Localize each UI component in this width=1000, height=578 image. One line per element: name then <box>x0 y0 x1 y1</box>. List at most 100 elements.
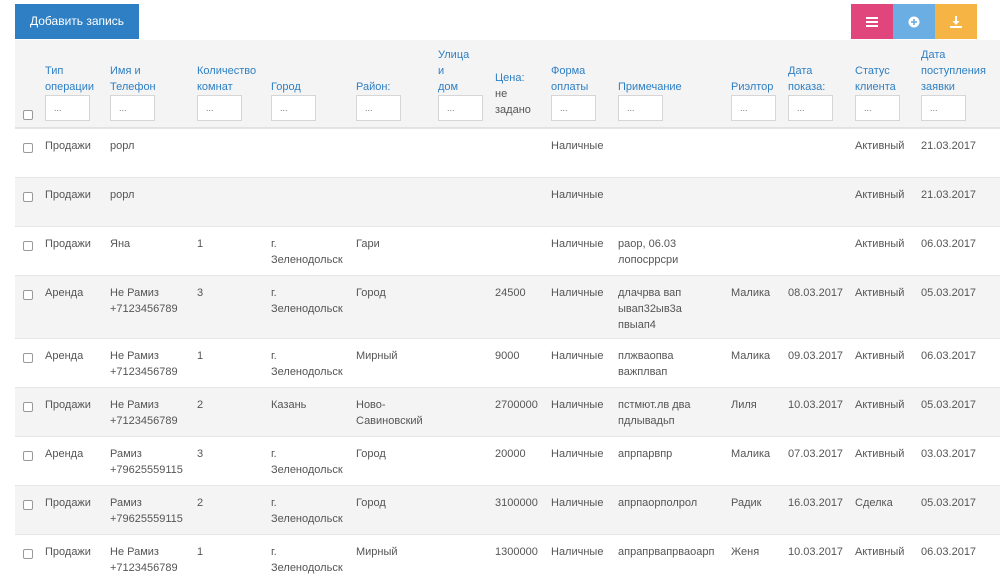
cell-district: Город <box>356 448 386 460</box>
cell-payment: Наличные <box>551 448 604 460</box>
cell-request-date: 06.03.2017 <box>921 546 977 558</box>
cell-operation-type: Продажи <box>45 238 91 250</box>
column-label[interactable]: Дата показа: <box>788 63 825 95</box>
row-checkbox[interactable] <box>23 192 33 202</box>
table-row[interactable]: Аренда Не Рамиз +7123456789 3 г. Зеленодоль… <box>15 275 1000 338</box>
cell-note: раор, 06.03 лопосррсри <box>618 238 679 266</box>
download-button[interactable] <box>935 4 977 39</box>
table-row[interactable]: Продажи рорл Наличные Активный 21.03.2017 <box>15 128 1000 177</box>
cell-note: длачрва вап ывап32ыв3а пвыап4 <box>618 287 682 331</box>
column-label[interactable]: Имя и Телефон <box>110 63 156 95</box>
client-status-filter-input[interactable] <box>855 95 900 121</box>
city-filter-input[interactable] <box>271 95 316 121</box>
column-label[interactable]: Город <box>271 79 301 95</box>
cell-name-phone: Не Рамиз +7123456789 <box>110 399 178 427</box>
cell-price: 3100000 <box>495 497 538 509</box>
list-view-button[interactable] <box>851 4 893 39</box>
table-row[interactable]: Продажи Не Рамиз +7123456789 1 г. Зеленодол… <box>15 534 1000 578</box>
cell-note: апрпарвпр <box>618 448 673 460</box>
table-row[interactable]: Продажи Яна 1 г. Зеленодольск Гари Наличные ра… <box>15 226 1000 275</box>
request-date-filter-input[interactable] <box>921 95 966 121</box>
cell-district: Гари <box>356 238 380 250</box>
cell-request-date: 06.03.2017 <box>921 350 977 362</box>
price-filter-value[interactable]: не задано <box>495 86 531 118</box>
cell-note: апрпаорполрол <box>618 497 698 509</box>
table-row[interactable]: Аренда Рамиз +79625559115 3 г. Зеленодольск… <box>15 436 1000 485</box>
cell-request-date: 05.03.2017 <box>921 287 977 299</box>
cell-request-date: 05.03.2017 <box>921 399 977 411</box>
plus-circle-icon <box>908 16 920 27</box>
rooms-filter-input[interactable] <box>197 95 242 121</box>
realtor-filter-input[interactable] <box>731 95 776 121</box>
row-checkbox[interactable] <box>23 451 33 461</box>
row-checkbox[interactable] <box>23 402 33 412</box>
cell-operation-type: Аренда <box>45 287 84 299</box>
cell-operation-type: Продажи <box>45 189 91 201</box>
row-checkbox[interactable] <box>23 549 33 559</box>
add-record-button[interactable]: Добавить запись <box>15 4 139 39</box>
cell-rooms: 1 <box>197 350 204 362</box>
row-checkbox[interactable] <box>23 353 33 363</box>
row-checkbox[interactable] <box>23 143 33 153</box>
add-circle-button[interactable] <box>893 4 935 39</box>
cell-operation-type: Аренда <box>45 350 84 362</box>
column-label[interactable]: Риэлтор <box>731 79 773 95</box>
cell-client-status: Активный <box>855 140 905 152</box>
cell-show-date: 10.03.2017 <box>788 399 844 411</box>
column-label[interactable]: Примечание <box>618 79 682 95</box>
table-row[interactable]: Аренда Не Рамиз +7123456789 1 г. Зеленодоль… <box>15 338 1000 387</box>
payment-filter-input[interactable] <box>551 95 596 121</box>
cell-name-phone: Яна <box>110 238 131 250</box>
cell-district: Мирный <box>356 546 398 558</box>
cell-client-status: Активный <box>855 287 905 299</box>
row-checkbox[interactable] <box>23 290 33 300</box>
table-row[interactable]: Продажи рорл Наличные Активный 21.03.2017 <box>15 177 1000 226</box>
cell-city: г. Зеленодольск <box>271 287 343 315</box>
show-date-filter-input[interactable] <box>788 95 833 121</box>
column-label[interactable]: Дата поступления заявки <box>921 47 986 95</box>
cell-operation-type: Продажи <box>45 140 91 152</box>
cell-request-date: 21.03.2017 <box>921 189 977 201</box>
row-checkbox[interactable] <box>23 500 33 510</box>
street-filter-input[interactable] <box>438 95 483 121</box>
column-label[interactable]: Статус клиента <box>855 63 896 95</box>
cell-district: Город <box>356 287 386 299</box>
cell-rooms: 2 <box>197 399 204 411</box>
cell-operation-type: Продажи <box>45 497 91 509</box>
column-label[interactable]: Улица и дом <box>438 47 469 95</box>
cell-name-phone: Не Рамиз +7123456789 <box>110 546 178 574</box>
cell-price: 1300000 <box>495 546 538 558</box>
cell-name-phone: рорл <box>110 189 135 201</box>
note-filter-input[interactable] <box>618 95 663 121</box>
cell-name-phone: Рамиз +79625559115 <box>110 497 183 525</box>
cell-realtor: Радик <box>731 497 762 509</box>
cell-rooms: 2 <box>197 497 204 509</box>
cell-district: Ново- Савиновский <box>356 399 423 427</box>
cell-district: Мирный <box>356 350 398 362</box>
cell-realtor: Женя <box>731 546 760 558</box>
cell-operation-type: Продажи <box>45 399 91 411</box>
district-filter-input[interactable] <box>356 95 401 121</box>
column-label[interactable]: Количество комнат <box>197 63 256 95</box>
cell-payment: Наличные <box>551 546 604 558</box>
cell-request-date: 05.03.2017 <box>921 497 977 509</box>
column-label[interactable]: Цена: <box>495 70 525 86</box>
cell-operation-type: Аренда <box>45 448 84 460</box>
column-label[interactable]: Тип операции <box>45 63 94 95</box>
column-label[interactable]: Форма оплаты <box>551 63 588 95</box>
row-checkbox[interactable] <box>23 241 33 251</box>
cell-city: г. Зеленодольск <box>271 448 343 476</box>
cell-payment: Наличные <box>551 140 604 152</box>
cell-request-date: 06.03.2017 <box>921 238 977 250</box>
cell-payment: Наличные <box>551 287 604 299</box>
table-row[interactable]: Продажи Не Рамиз +7123456789 2 Казань Ново- … <box>15 387 1000 436</box>
table-row[interactable]: Продажи Рамиз +79625559115 2 г. Зеленодольс… <box>15 485 1000 534</box>
cell-price: 2700000 <box>495 399 538 411</box>
cell-realtor: Малика <box>731 448 771 460</box>
name-phone-filter-input[interactable] <box>110 95 155 121</box>
column-label[interactable]: Район: <box>356 79 390 95</box>
cell-note: плжваопва важплвап <box>618 350 674 378</box>
cell-rooms: 1 <box>197 238 204 250</box>
operation-type-filter-input[interactable] <box>45 95 90 121</box>
select-all-checkbox[interactable] <box>23 110 33 120</box>
